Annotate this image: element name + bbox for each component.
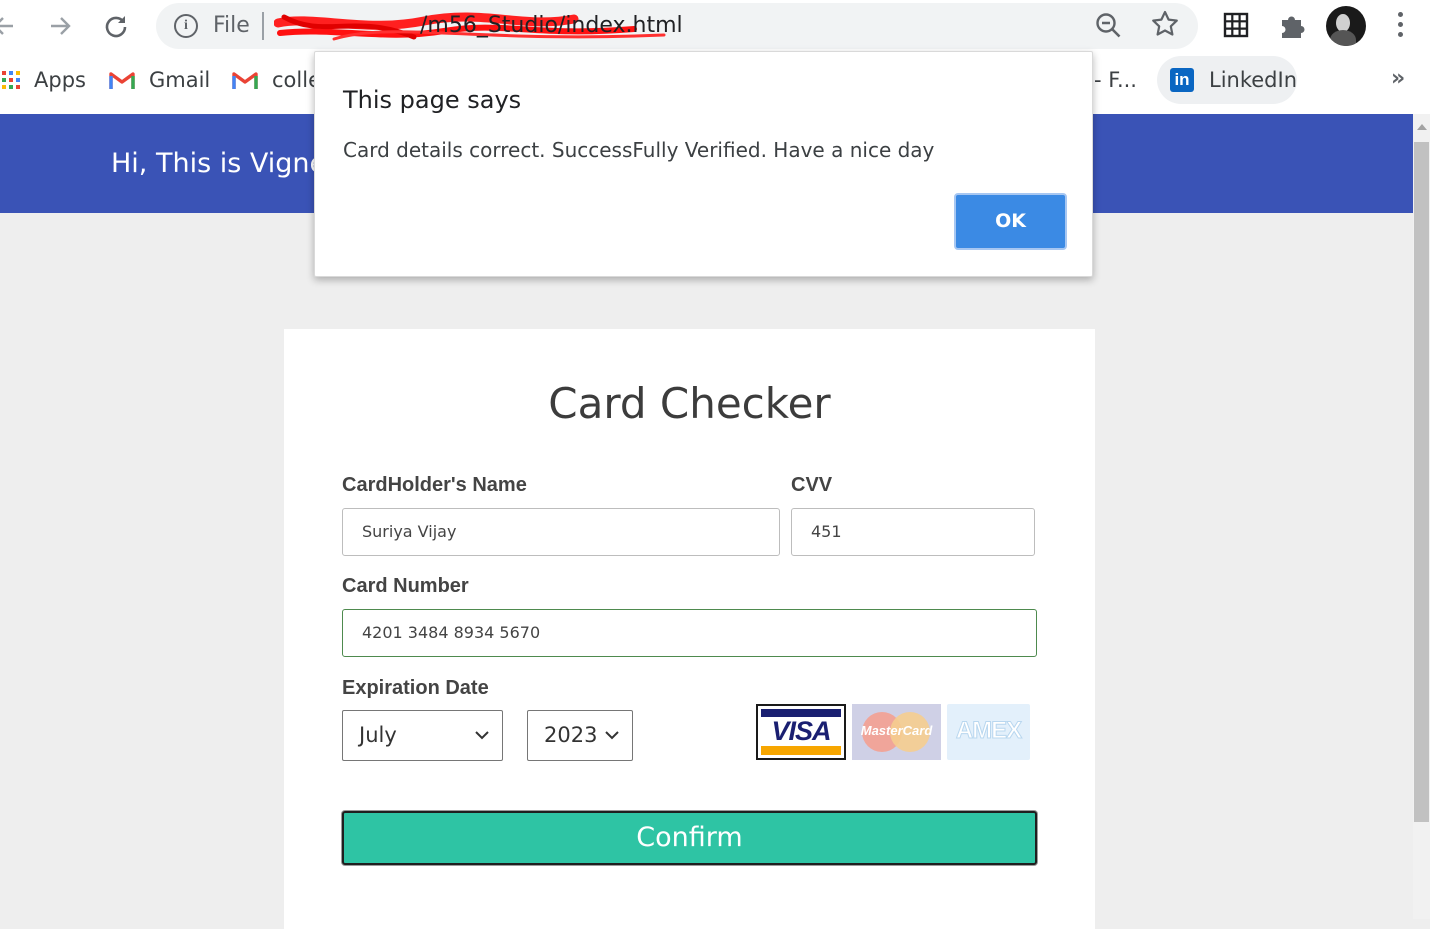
kebab-menu-icon[interactable]	[1398, 12, 1404, 42]
apps-grid-icon	[2, 71, 20, 89]
bookmark-label: Gmail	[149, 68, 211, 92]
dialog-heading: This page says	[343, 86, 522, 114]
alert-dialog: This page says Card details correct. Suc…	[314, 51, 1093, 277]
amex-logo: AMEX	[947, 704, 1030, 760]
form-title: Card Checker	[548, 379, 831, 428]
scrollbar[interactable]	[1413, 114, 1430, 919]
avatar[interactable]	[1326, 6, 1366, 46]
cvv-input[interactable]: 451	[791, 508, 1035, 556]
cardholder-name-input[interactable]: Suriya Vijay	[342, 508, 780, 556]
forward-arrow-icon[interactable]	[42, 8, 78, 44]
mastercard-logo: MasterCard	[852, 704, 941, 760]
bookmark-label: - F...	[1094, 68, 1137, 92]
puzzle-icon[interactable]	[1278, 10, 1306, 40]
month-select-value: July	[359, 723, 397, 747]
bookmark-label: Apps	[34, 68, 86, 92]
bookmark-label: LinkedIn	[1209, 68, 1298, 92]
bookmark-colle[interactable]: colle	[232, 68, 321, 92]
year-select-value: 2023	[544, 723, 598, 747]
year-select[interactable]: 2023	[527, 710, 633, 761]
reload-icon[interactable]	[98, 8, 134, 44]
month-select[interactable]: July	[342, 710, 503, 761]
gmail-icon	[232, 72, 258, 89]
chevron-down-icon	[475, 731, 489, 740]
bookmark-truncated[interactable]: - F...	[1094, 68, 1137, 92]
info-icon[interactable]: i	[174, 14, 198, 38]
scrollbar-thumb[interactable]	[1414, 142, 1429, 822]
cvv-label: CVV	[791, 474, 833, 496]
scroll-up-arrow-icon[interactable]	[1417, 124, 1427, 130]
card-number-input[interactable]: 4201 3484 8934 5670	[342, 609, 1037, 657]
card-checker-form: Card Checker CardHolder's Name Suriya Vi…	[284, 329, 1095, 929]
confirm-button[interactable]: Confirm	[342, 811, 1037, 865]
zoom-out-icon[interactable]	[1094, 11, 1124, 41]
card-number-label: Card Number	[342, 575, 469, 597]
bookmark-linkedin[interactable]: in LinkedIn	[1157, 56, 1297, 104]
dialog-message: Card details correct. SuccessFully Verif…	[343, 138, 935, 162]
chevron-down-icon	[605, 731, 619, 740]
back-arrow-icon[interactable]	[0, 8, 22, 44]
bookmark-gmail[interactable]: Gmail	[109, 68, 210, 92]
star-icon[interactable]	[1150, 9, 1180, 39]
avatar-body	[1330, 30, 1356, 46]
bookmarks-overflow-icon[interactable]: »	[1391, 66, 1405, 91]
bookmark-apps[interactable]: Apps	[2, 68, 86, 92]
gmail-icon	[109, 72, 135, 89]
name-label: CardHolder's Name	[342, 474, 527, 496]
ok-button[interactable]: OK	[954, 193, 1067, 250]
browser-toolbar: i File /m56_Studio/index.html	[0, 0, 1430, 52]
grid-app-icon[interactable]	[1223, 10, 1249, 40]
address-bar[interactable]: i File /m56_Studio/index.html	[156, 3, 1198, 49]
linkedin-icon: in	[1170, 68, 1194, 92]
expiration-label: Expiration Date	[342, 677, 489, 699]
scheme-label: File	[213, 13, 250, 38]
url-text: /m56_Studio/index.html	[420, 13, 683, 38]
address-separator	[262, 12, 264, 40]
visa-logo: VISA	[756, 704, 846, 760]
